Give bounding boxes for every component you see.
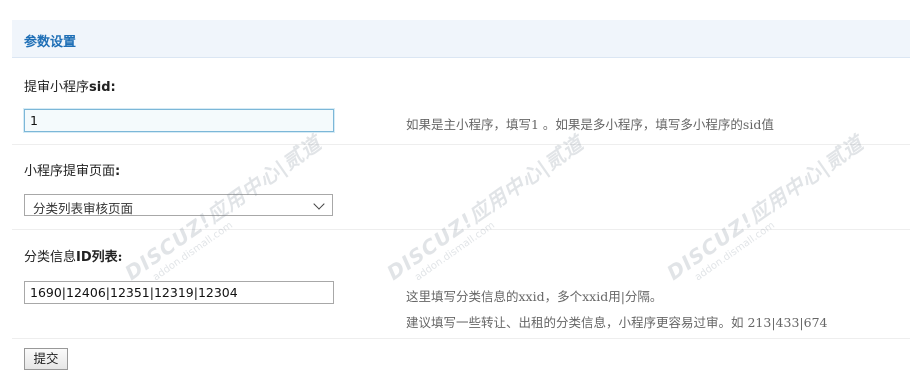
divider: [12, 338, 910, 339]
watermark-brand: DISCUZ!应用中心|贰道: [382, 130, 588, 285]
section-title: 参数设置: [24, 35, 77, 50]
id-list-label-suffix: 列表:: [91, 250, 123, 265]
page-select-value: 分类列表审核页面: [33, 201, 134, 216]
sid-label: 提审小程序sid:: [24, 76, 116, 95]
watermark: DISCUZ!应用中心|贰道 addon.dismall.com: [660, 128, 875, 295]
watermark-site: addon.dismall.com: [693, 219, 777, 284]
page-select-label-suffix: :: [115, 164, 121, 179]
id-list-hint-2: 建议填写一些转让、出租的分类信息，小程序更容易过审。如 213|433|674: [406, 315, 828, 330]
page-select-label: 小程序提审页面:: [24, 160, 120, 179]
id-list-label-prefix: 分类信息: [24, 250, 77, 265]
page-select[interactable]: 分类列表审核页面: [24, 194, 333, 216]
id-list-label-bold: ID: [76, 250, 92, 265]
page-select-label-prefix: 小程序提审页面: [24, 164, 116, 179]
sid-hint: 如果是主小程序，填写1 。如果是多小程序，填写多小程序的sid值: [406, 117, 774, 132]
section-header: 参数设置: [12, 20, 910, 58]
id-list-input[interactable]: [24, 281, 334, 304]
sid-label-prefix: 提审小程序: [24, 80, 90, 95]
watermark-site: addon.dismall.com: [413, 219, 497, 284]
id-list-hint-1: 这里填写分类信息的xxid，多个xxid用|分隔。: [406, 289, 663, 304]
id-list-label: 分类信息ID列表:: [24, 246, 122, 265]
divider: [12, 229, 910, 230]
watermark-brand: DISCUZ!应用中心|贰道: [662, 130, 868, 285]
sid-label-suffix: :: [110, 80, 116, 95]
chevron-down-icon: [313, 198, 325, 210]
watermark: DISCUZ!应用中心|贰道 addon.dismall.com: [380, 128, 595, 295]
watermark-site: addon.dismall.com: [151, 219, 235, 284]
divider: [12, 144, 910, 145]
sid-label-bold: sid: [89, 80, 111, 95]
sid-input[interactable]: [24, 109, 334, 132]
submit-button[interactable]: 提交: [24, 348, 68, 370]
